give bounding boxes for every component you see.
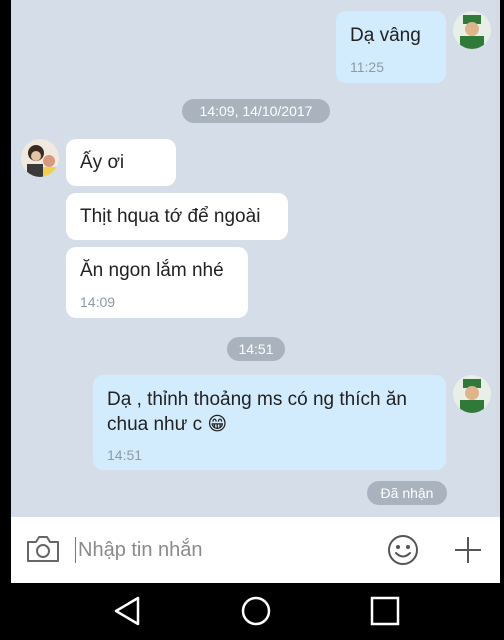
message-text: Thịt hqua tớ để ngoài [80,206,261,227]
message-composer: Nhập tin nhắn [11,517,500,583]
avatar-self[interactable] [453,11,491,49]
message-text: Dạ , thỉnh thoảng ms có ng thích ăn chua… [107,387,407,437]
chat-area[interactable]: Dạ vâng 11:25 14:09, 14/10/2017 Ấy ơi Th… [11,0,500,517]
message-time: 14:09 [80,294,116,310]
grinning-emoji: 😁 [207,414,228,435]
screen-edge-left [0,0,11,583]
message-bubble-incoming[interactable]: Ăn ngon lắm nhé 14:09 [66,247,248,318]
message-bubble-incoming[interactable]: Ấy ơi [66,139,176,186]
avatar-contact[interactable] [21,139,59,177]
message-text-line1: Dạ , thỉnh thoảng ms có ng thích ăn [107,389,407,410]
time-separator: 14:51 [227,337,285,361]
message-time: 14:51 [107,447,143,463]
camera-icon[interactable] [25,534,61,564]
plus-icon[interactable] [454,536,482,564]
message-text: Dạ vâng [350,25,421,46]
message-bubble-outgoing[interactable]: Dạ , thỉnh thoảng ms có ng thích ăn chua… [93,375,446,470]
message-text: Ấy ơi [80,152,125,173]
message-time: 11:25 [350,59,384,75]
message-bubble-outgoing[interactable]: Dạ vâng 11:25 [336,11,446,83]
date-separator: 14:09, 14/10/2017 [182,99,330,123]
smiley-icon[interactable] [387,534,419,566]
avatar-self[interactable] [453,375,491,413]
seen-status-badge: Đã nhận [367,481,447,505]
message-bubble-incoming[interactable]: Thịt hqua tớ để ngoài [66,193,288,240]
message-text-line2: chua như c [107,414,203,435]
message-input-caret [75,537,76,563]
nav-recents-icon[interactable] [370,596,400,626]
nav-home-icon[interactable] [240,595,272,627]
screen-edge-right [500,0,504,583]
nav-back-icon[interactable] [112,595,142,627]
system-navigation-bar [0,583,504,640]
message-input[interactable]: Nhập tin nhắn [78,536,368,564]
message-text: Ăn ngon lắm nhé [80,260,224,281]
